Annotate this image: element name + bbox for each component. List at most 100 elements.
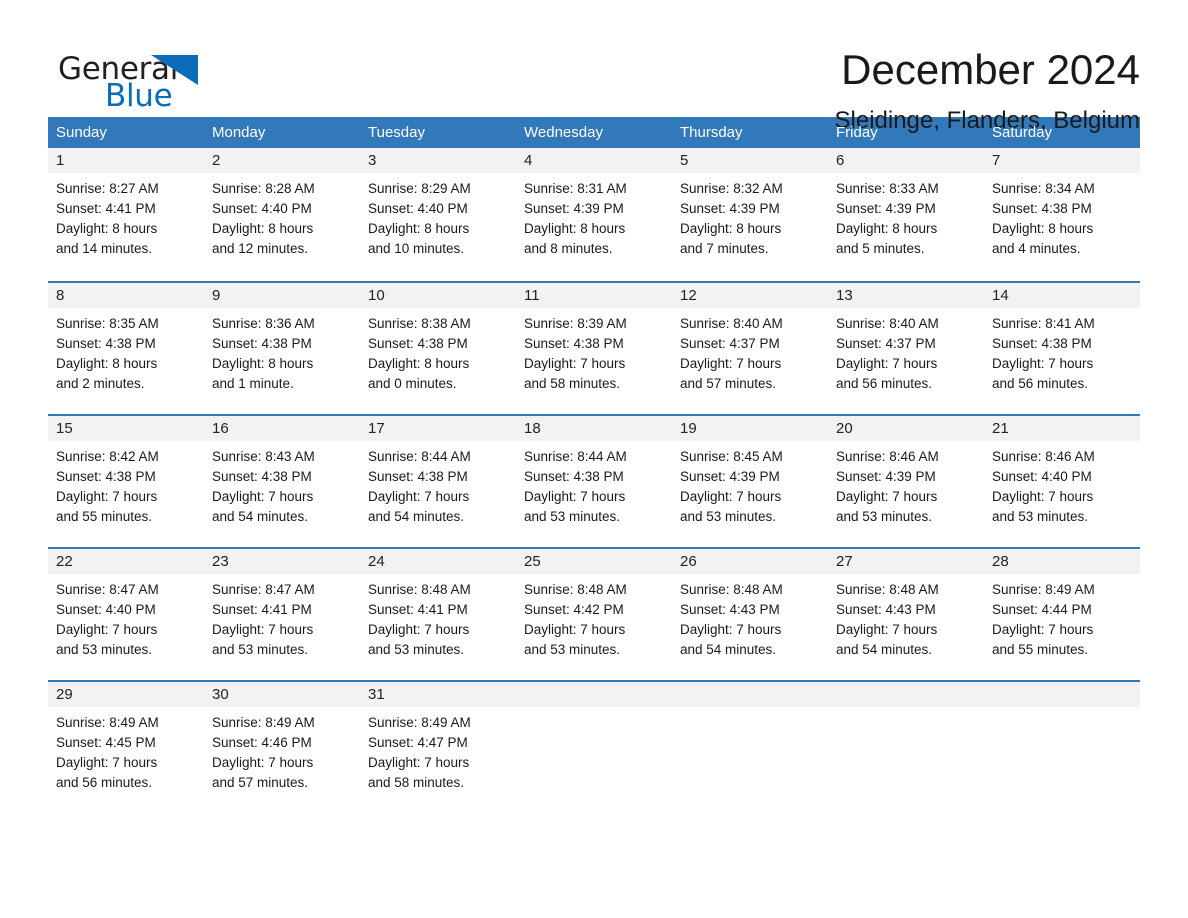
daylight-text-line1: Daylight: 7 hours [56,755,158,770]
sunrise-text: Sunrise: 8:48 AM [524,582,627,597]
generalblue-logo[interactable]: General Blue [48,46,198,118]
sunset-text: Sunset: 4:39 PM [524,201,624,216]
daylight-text-line2: and 55 minutes. [992,642,1089,657]
week-row: 29 Sunrise: 8:49 AM Sunset: 4:45 PM Dayl… [48,680,1140,805]
day-details: Sunrise: 8:48 AM Sunset: 4:43 PM Dayligh… [828,574,984,660]
day-cell[interactable]: 4 Sunrise: 8:31 AM Sunset: 4:39 PM Dayli… [516,148,672,273]
day-cell[interactable]: 13 Sunrise: 8:40 AM Sunset: 4:37 PM Dayl… [828,283,984,406]
day-details: Sunrise: 8:49 AM Sunset: 4:47 PM Dayligh… [360,707,516,793]
day-cell[interactable]: 6 Sunrise: 8:33 AM Sunset: 4:39 PM Dayli… [828,148,984,273]
weekday-header-sunday: Sunday [56,124,107,141]
daylight-text-line1: Daylight: 8 hours [836,221,938,236]
sunset-text: Sunset: 4:38 PM [56,336,156,351]
day-cell[interactable]: 18 Sunrise: 8:44 AM Sunset: 4:38 PM Dayl… [516,416,672,539]
day-cell-empty [516,682,672,805]
day-cell[interactable]: 19 Sunrise: 8:45 AM Sunset: 4:39 PM Dayl… [672,416,828,539]
daylight-text-line2: and 53 minutes. [368,642,465,657]
day-number-band: 17 [360,416,516,441]
day-cell[interactable]: 1 Sunrise: 8:27 AM Sunset: 4:41 PM Dayli… [48,148,204,273]
daylight-text-line1: Daylight: 8 hours [992,221,1094,236]
sunrise-text: Sunrise: 8:29 AM [368,181,471,196]
day-cell-empty [984,682,1140,805]
day-number-band: 7 [984,148,1140,173]
sunrise-text: Sunrise: 8:35 AM [56,316,159,331]
day-cell[interactable]: 23 Sunrise: 8:47 AM Sunset: 4:41 PM Dayl… [204,549,360,672]
day-cell[interactable]: 21 Sunrise: 8:46 AM Sunset: 4:40 PM Dayl… [984,416,1140,539]
day-cell[interactable]: 10 Sunrise: 8:38 AM Sunset: 4:38 PM Dayl… [360,283,516,406]
week-row: 15 Sunrise: 8:42 AM Sunset: 4:38 PM Dayl… [48,414,1140,539]
day-number-band: 19 [672,416,828,441]
day-cell[interactable]: 11 Sunrise: 8:39 AM Sunset: 4:38 PM Dayl… [516,283,672,406]
day-cell[interactable]: 8 Sunrise: 8:35 AM Sunset: 4:38 PM Dayli… [48,283,204,406]
day-cell[interactable]: 9 Sunrise: 8:36 AM Sunset: 4:38 PM Dayli… [204,283,360,406]
day-cell[interactable]: 31 Sunrise: 8:49 AM Sunset: 4:47 PM Dayl… [360,682,516,805]
day-cell[interactable]: 16 Sunrise: 8:43 AM Sunset: 4:38 PM Dayl… [204,416,360,539]
day-cell[interactable]: 3 Sunrise: 8:29 AM Sunset: 4:40 PM Dayli… [360,148,516,273]
sunrise-text: Sunrise: 8:45 AM [680,449,783,464]
day-number-band: 4 [516,148,672,173]
day-cell[interactable]: 2 Sunrise: 8:28 AM Sunset: 4:40 PM Dayli… [204,148,360,273]
sunrise-text: Sunrise: 8:44 AM [368,449,471,464]
day-details: Sunrise: 8:41 AM Sunset: 4:38 PM Dayligh… [984,308,1140,394]
day-cell[interactable]: 25 Sunrise: 8:48 AM Sunset: 4:42 PM Dayl… [516,549,672,672]
daylight-text-line2: and 56 minutes. [836,376,933,391]
day-cell[interactable]: 28 Sunrise: 8:49 AM Sunset: 4:44 PM Dayl… [984,549,1140,672]
day-number-band [984,682,1140,707]
day-details: Sunrise: 8:46 AM Sunset: 4:40 PM Dayligh… [984,441,1140,527]
day-number: 23 [212,553,229,570]
daylight-text-line2: and 54 minutes. [212,509,309,524]
sunrise-text: Sunrise: 8:46 AM [992,449,1095,464]
day-number: 4 [524,152,533,169]
day-cell[interactable]: 29 Sunrise: 8:49 AM Sunset: 4:45 PM Dayl… [48,682,204,805]
sunrise-text: Sunrise: 8:32 AM [680,181,783,196]
day-cell[interactable]: 30 Sunrise: 8:49 AM Sunset: 4:46 PM Dayl… [204,682,360,805]
day-cell-empty [828,682,984,805]
sunset-text: Sunset: 4:38 PM [368,336,468,351]
day-number: 8 [56,287,65,304]
weekday-header-row: Sunday Monday Tuesday Wednesday Thursday… [48,117,1140,148]
day-cell[interactable]: 12 Sunrise: 8:40 AM Sunset: 4:37 PM Dayl… [672,283,828,406]
week-row: 8 Sunrise: 8:35 AM Sunset: 4:38 PM Dayli… [48,281,1140,406]
day-number: 2 [212,152,221,169]
sunset-text: Sunset: 4:41 PM [212,602,312,617]
day-number-band: 5 [672,148,828,173]
daylight-text-line2: and 2 minutes. [56,376,145,391]
day-details: Sunrise: 8:49 AM Sunset: 4:46 PM Dayligh… [204,707,360,793]
day-cell[interactable]: 22 Sunrise: 8:47 AM Sunset: 4:40 PM Dayl… [48,549,204,672]
sunrise-text: Sunrise: 8:40 AM [680,316,783,331]
day-cell[interactable]: 27 Sunrise: 8:48 AM Sunset: 4:43 PM Dayl… [828,549,984,672]
daylight-text-line1: Daylight: 7 hours [368,622,470,637]
day-cell[interactable]: 20 Sunrise: 8:46 AM Sunset: 4:39 PM Dayl… [828,416,984,539]
day-cell[interactable]: 24 Sunrise: 8:48 AM Sunset: 4:41 PM Dayl… [360,549,516,672]
weekday-header-thursday: Thursday [680,124,743,141]
day-cell[interactable]: 7 Sunrise: 8:34 AM Sunset: 4:38 PM Dayli… [984,148,1140,273]
day-details: Sunrise: 8:48 AM Sunset: 4:41 PM Dayligh… [360,574,516,660]
day-number-band: 20 [828,416,984,441]
day-number-band: 31 [360,682,516,707]
day-cell-empty [672,682,828,805]
day-number-band: 16 [204,416,360,441]
daylight-text-line2: and 54 minutes. [680,642,777,657]
day-number: 26 [680,553,697,570]
day-number-band: 27 [828,549,984,574]
day-cell[interactable]: 26 Sunrise: 8:48 AM Sunset: 4:43 PM Dayl… [672,549,828,672]
day-cell[interactable]: 17 Sunrise: 8:44 AM Sunset: 4:38 PM Dayl… [360,416,516,539]
day-details: Sunrise: 8:46 AM Sunset: 4:39 PM Dayligh… [828,441,984,527]
sunset-text: Sunset: 4:40 PM [56,602,156,617]
sunrise-text: Sunrise: 8:31 AM [524,181,627,196]
day-number-band: 25 [516,549,672,574]
daylight-text-line2: and 5 minutes. [836,241,925,256]
day-number-band: 12 [672,283,828,308]
day-details: Sunrise: 8:44 AM Sunset: 4:38 PM Dayligh… [360,441,516,527]
daylight-text-line1: Daylight: 7 hours [992,489,1094,504]
day-cell[interactable]: 5 Sunrise: 8:32 AM Sunset: 4:39 PM Dayli… [672,148,828,273]
day-number: 10 [368,287,385,304]
daylight-text-line1: Daylight: 7 hours [992,356,1094,371]
day-cell[interactable]: 14 Sunrise: 8:41 AM Sunset: 4:38 PM Dayl… [984,283,1140,406]
sunset-text: Sunset: 4:38 PM [524,336,624,351]
day-number: 28 [992,553,1009,570]
day-number-band: 9 [204,283,360,308]
day-number: 24 [368,553,385,570]
day-cell[interactable]: 15 Sunrise: 8:42 AM Sunset: 4:38 PM Dayl… [48,416,204,539]
day-number: 29 [56,686,73,703]
